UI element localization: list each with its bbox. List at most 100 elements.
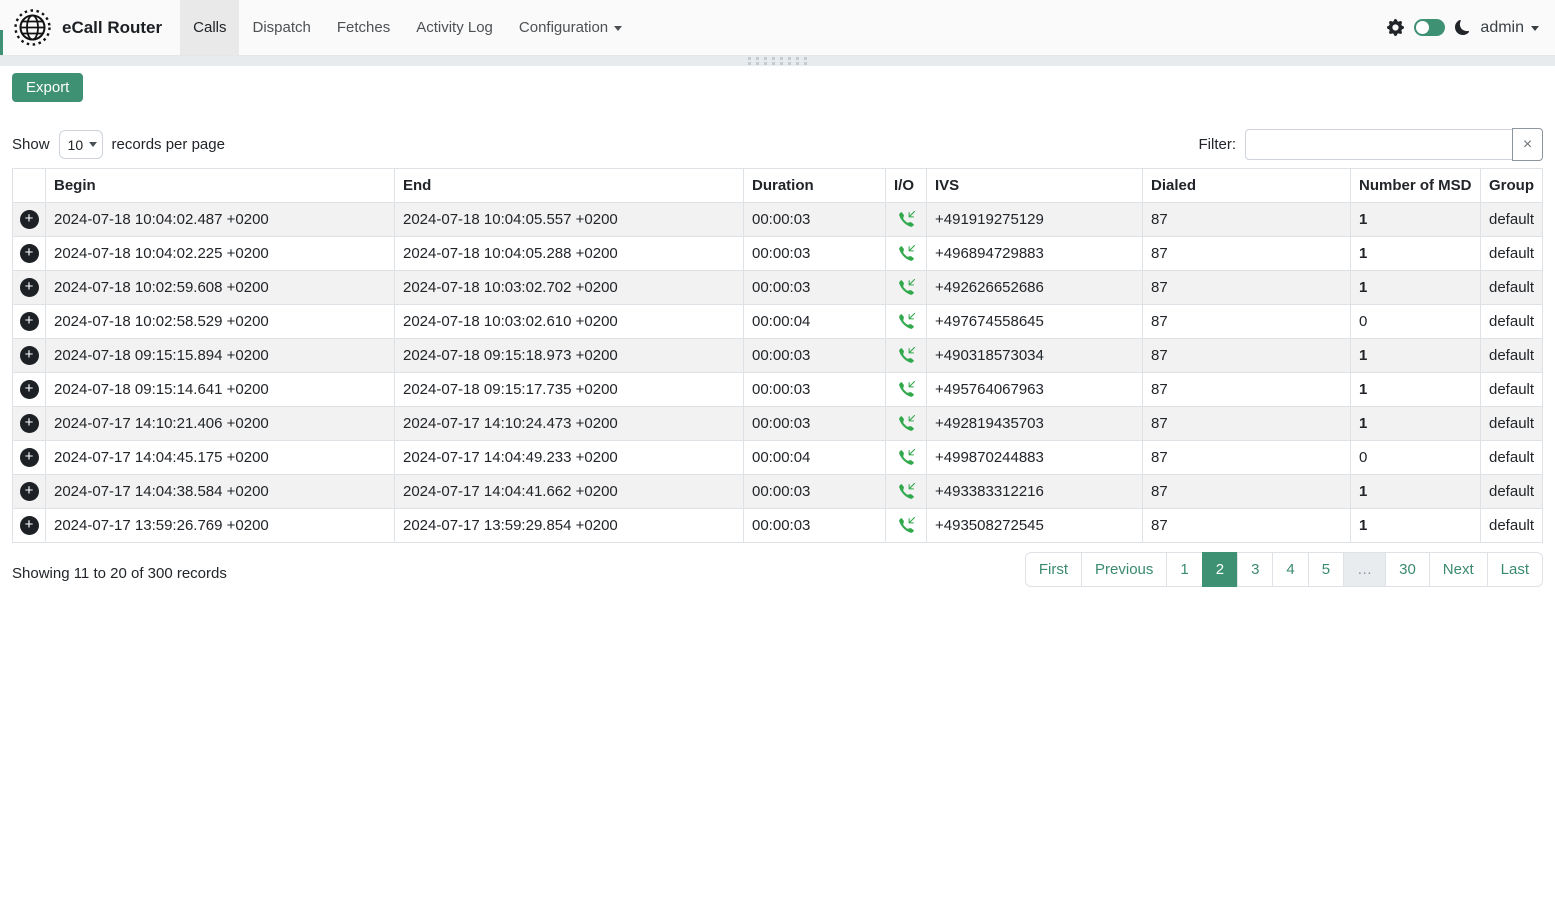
phone-incoming-icon xyxy=(890,449,922,466)
filter-clear-button[interactable]: × xyxy=(1512,128,1543,161)
expand-cell: + xyxy=(13,237,46,271)
user-menu-label: admin xyxy=(1480,19,1524,37)
expand-row-button[interactable]: + xyxy=(20,312,39,331)
export-button[interactable]: Export xyxy=(12,73,83,102)
column-header-ivs: IVS xyxy=(927,169,1143,203)
expand-row-button[interactable]: + xyxy=(20,414,39,433)
ivs-cell: +499870244883 xyxy=(927,441,1143,475)
begin-cell: 2024-07-18 09:15:14.641 +0200 xyxy=(46,373,395,407)
io-cell xyxy=(886,339,927,373)
table-body: +2024-07-18 10:04:02.487 +0200 2024-07-18… xyxy=(13,203,1543,543)
io-cell xyxy=(886,441,927,475)
table-row: +2024-07-17 14:04:45.175 +02002024-07-17… xyxy=(13,441,1543,475)
expand-row-button[interactable]: + xyxy=(20,244,39,263)
group-cell: default xyxy=(1481,373,1543,407)
user-menu[interactable]: admin xyxy=(1480,19,1539,37)
pagination-previous[interactable]: Previous xyxy=(1081,552,1167,587)
expand-cell: + xyxy=(13,509,46,543)
begin-cell: 2024-07-18 09:15:15.894 +0200 xyxy=(46,339,395,373)
begin-cell: 2024-07-18 10:02:58.529 +0200 xyxy=(46,305,395,339)
ivs-cell: +497674558645 xyxy=(927,305,1143,339)
table-row: +2024-07-18 09:15:14.641 +02002024-07-18… xyxy=(13,373,1543,407)
pagination-first[interactable]: First xyxy=(1025,552,1082,587)
expand-row-button[interactable]: + xyxy=(20,210,39,229)
nav-tab-fetches[interactable]: Fetches xyxy=(324,0,403,55)
pagination: FirstPrevious12345…30NextLast xyxy=(1025,552,1543,587)
expand-row-button[interactable]: + xyxy=(20,278,39,297)
ivs-cell: +492819435703 xyxy=(927,407,1143,441)
msd-cell: 1 xyxy=(1351,407,1481,441)
expand-cell: + xyxy=(13,305,46,339)
io-cell xyxy=(886,407,927,441)
pagination-2[interactable]: 2 xyxy=(1202,552,1238,587)
calls-table: BeginEndDurationI/OIVSDialedNumber of MS… xyxy=(12,168,1543,543)
expand-row-button[interactable]: + xyxy=(20,482,39,501)
nav-tab-calls[interactable]: Calls xyxy=(180,0,239,55)
msd-cell: 1 xyxy=(1351,373,1481,407)
expand-row-button[interactable]: + xyxy=(20,516,39,535)
drag-handle-icon xyxy=(748,57,807,65)
end-cell: 2024-07-18 09:15:17.735 +0200 xyxy=(395,373,744,407)
pagination-1[interactable]: 1 xyxy=(1166,552,1202,587)
phone-incoming-icon xyxy=(890,245,922,262)
pagination-last[interactable]: Last xyxy=(1487,552,1543,587)
filter-input[interactable] xyxy=(1245,129,1513,160)
table-row: +2024-07-17 14:04:38.584 +02002024-07-17… xyxy=(13,475,1543,509)
dialed-cell: 87 xyxy=(1143,271,1351,305)
begin-cell: 2024-07-17 14:10:21.406 +0200 xyxy=(46,407,395,441)
msd-cell: 1 xyxy=(1351,237,1481,271)
begin-cell: 2024-07-18 10:04:02.487 +0200 xyxy=(46,203,395,237)
duration-cell: 00:00:03 xyxy=(744,373,886,407)
msd-cell: 1 xyxy=(1351,475,1481,509)
duration-cell: 00:00:03 xyxy=(744,339,886,373)
pagination-next[interactable]: Next xyxy=(1429,552,1488,587)
page-size-prefix-label: Show xyxy=(12,136,50,153)
io-cell xyxy=(886,475,927,509)
end-cell: 2024-07-17 14:04:41.662 +0200 xyxy=(395,475,744,509)
close-icon: × xyxy=(1523,136,1532,154)
moon-icon xyxy=(1455,20,1470,35)
dialed-cell: 87 xyxy=(1143,373,1351,407)
chevron-down-icon xyxy=(1531,26,1539,31)
brand[interactable]: eCall Router xyxy=(0,0,180,55)
ivs-cell: +491919275129 xyxy=(927,203,1143,237)
nav-tab-configuration[interactable]: Configuration xyxy=(506,0,635,55)
msd-cell: 1 xyxy=(1351,271,1481,305)
ivs-cell: +496894729883 xyxy=(927,237,1143,271)
msd-cell: 1 xyxy=(1351,203,1481,237)
pagination-5[interactable]: 5 xyxy=(1308,552,1344,587)
main-content: Export Show 10 records per page Filter: … xyxy=(0,66,1555,587)
group-cell: default xyxy=(1481,475,1543,509)
page-size-control: Show 10 records per page xyxy=(12,130,225,159)
expand-cell: + xyxy=(13,407,46,441)
column-header-duration: Duration xyxy=(744,169,886,203)
phone-incoming-icon xyxy=(890,347,922,364)
brand-title: eCall Router xyxy=(62,18,162,38)
nav-tab-dispatch[interactable]: Dispatch xyxy=(239,0,323,55)
expand-row-button[interactable]: + xyxy=(20,380,39,399)
table-row: +2024-07-18 10:04:02.225 +02002024-07-18… xyxy=(13,237,1543,271)
page-size-select[interactable]: 10 xyxy=(59,130,103,159)
group-cell: default xyxy=(1481,441,1543,475)
expand-row-button[interactable]: + xyxy=(20,448,39,467)
pagination-4[interactable]: 4 xyxy=(1272,552,1308,587)
group-cell: default xyxy=(1481,509,1543,543)
globe-icon xyxy=(14,9,51,46)
duration-cell: 00:00:03 xyxy=(744,203,886,237)
expand-cell: + xyxy=(13,203,46,237)
nav-tab-activity-log[interactable]: Activity Log xyxy=(403,0,506,55)
theme-toggle[interactable] xyxy=(1414,19,1445,36)
end-cell: 2024-07-17 14:10:24.473 +0200 xyxy=(395,407,744,441)
end-cell: 2024-07-17 14:04:49.233 +0200 xyxy=(395,441,744,475)
end-cell: 2024-07-17 13:59:29.854 +0200 xyxy=(395,509,744,543)
expand-cell: + xyxy=(13,373,46,407)
table-row: +2024-07-17 13:59:26.769 +02002024-07-17… xyxy=(13,509,1543,543)
io-cell xyxy=(886,509,927,543)
splitter-bar[interactable] xyxy=(0,56,1555,66)
phone-incoming-icon xyxy=(890,279,922,296)
expand-cell: + xyxy=(13,339,46,373)
pagination-3[interactable]: 3 xyxy=(1237,552,1273,587)
expand-row-button[interactable]: + xyxy=(20,346,39,365)
pagination-30[interactable]: 30 xyxy=(1385,552,1430,587)
io-cell xyxy=(886,305,927,339)
